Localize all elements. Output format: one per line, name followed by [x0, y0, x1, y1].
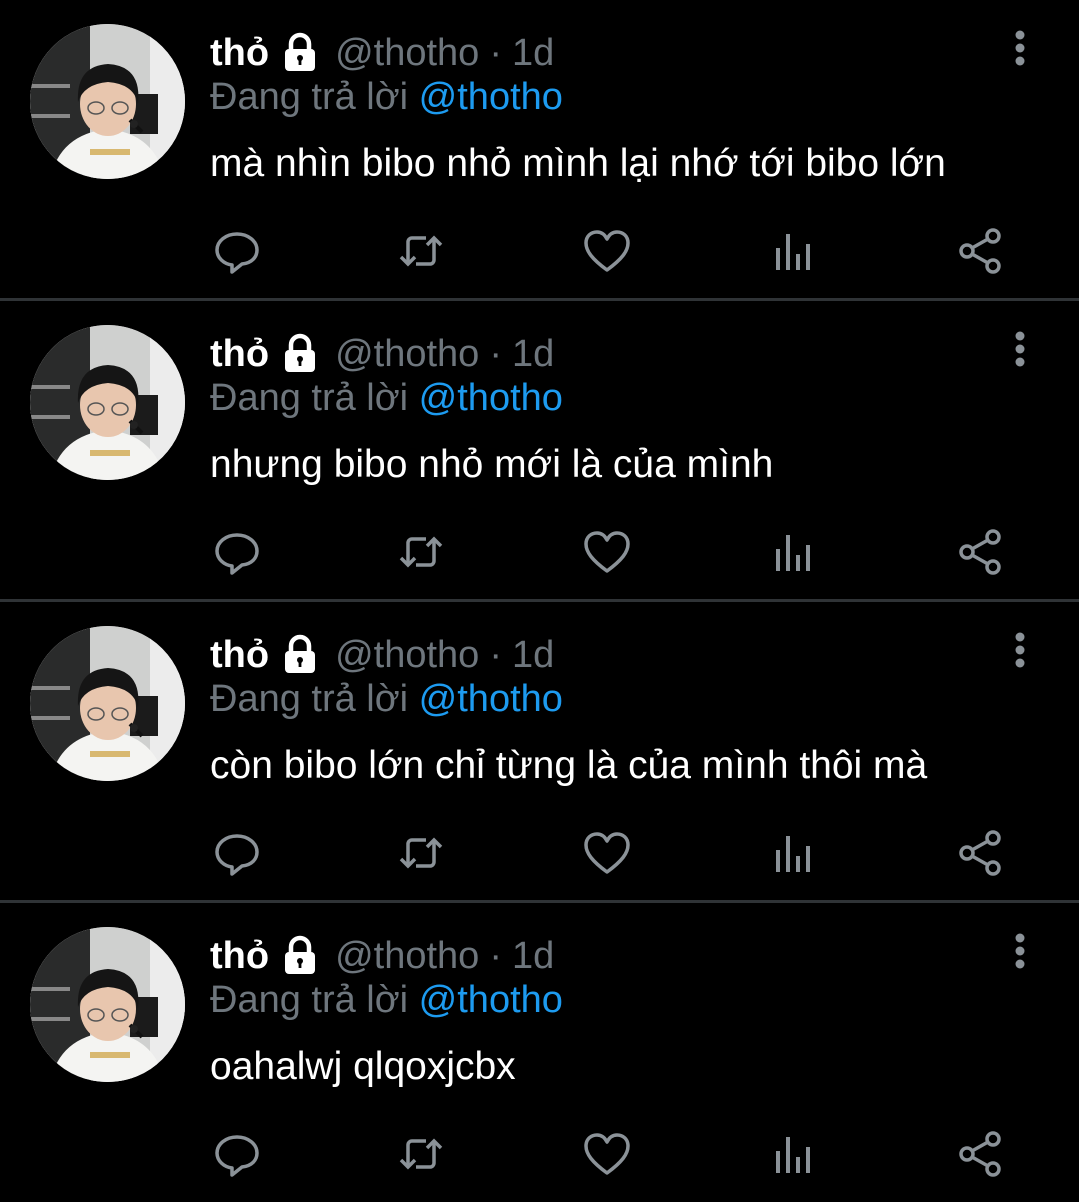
- share-icon[interactable]: [956, 828, 1006, 878]
- heart-icon[interactable]: [582, 527, 632, 577]
- replying-handle-link[interactable]: @thotho: [419, 76, 563, 118]
- lock-icon: [279, 333, 321, 375]
- more-vertical-icon[interactable]: [1005, 630, 1035, 670]
- timeline: thỏ @thotho · 1d Đang trả lời @thotho mà…: [0, 0, 1079, 1198]
- tweet-header: thỏ @thotho · 1d: [210, 630, 554, 680]
- avatar-image: [30, 626, 185, 781]
- replying-prefix: Đang trả lời: [210, 377, 409, 419]
- replying-to: Đang trả lời @thotho: [210, 76, 563, 119]
- analytics-icon[interactable]: [770, 226, 820, 276]
- replying-prefix: Đang trả lời: [210, 979, 409, 1021]
- tweet-header: thỏ @thotho · 1d: [210, 931, 554, 981]
- reply-icon[interactable]: [212, 828, 262, 878]
- timestamp[interactable]: 1d: [512, 333, 554, 376]
- tweet[interactable]: thỏ @thotho · 1d Đang trả lời @thotho cò…: [0, 602, 1079, 903]
- reply-icon[interactable]: [212, 1129, 262, 1179]
- display-name[interactable]: thỏ: [210, 935, 269, 978]
- display-name[interactable]: thỏ: [210, 32, 269, 75]
- more-vertical-icon[interactable]: [1005, 28, 1035, 68]
- handle[interactable]: @thotho: [335, 634, 479, 677]
- tweet-text: mà nhìn bibo nhỏ mình lại nhớ tới bibo l…: [210, 142, 946, 185]
- avatar[interactable]: [30, 927, 185, 1082]
- replying-handle-link[interactable]: @thotho: [419, 377, 563, 419]
- replying-to: Đang trả lời @thotho: [210, 979, 563, 1022]
- handle[interactable]: @thotho: [335, 935, 479, 978]
- tweet-text: oahalwj qlqoxjcbx: [210, 1045, 516, 1088]
- avatar[interactable]: [30, 325, 185, 480]
- reply-icon[interactable]: [212, 527, 262, 577]
- timestamp[interactable]: 1d: [512, 634, 554, 677]
- separator-dot: ·: [489, 633, 502, 676]
- replying-to: Đang trả lời @thotho: [210, 377, 563, 420]
- avatar-image: [30, 24, 185, 179]
- more-vertical-icon[interactable]: [1005, 931, 1035, 971]
- heart-icon[interactable]: [582, 828, 632, 878]
- share-icon[interactable]: [956, 226, 1006, 276]
- tweet[interactable]: thỏ @thotho · 1d Đang trả lời @thotho oa…: [0, 903, 1079, 1198]
- action-bar: [210, 1129, 1010, 1179]
- avatar-image: [30, 927, 185, 1082]
- tweet-header: thỏ @thotho · 1d: [210, 28, 554, 78]
- analytics-icon[interactable]: [770, 1129, 820, 1179]
- separator-dot: ·: [489, 934, 502, 977]
- action-bar: [210, 226, 1010, 276]
- handle[interactable]: @thotho: [335, 333, 479, 376]
- tweet[interactable]: thỏ @thotho · 1d Đang trả lời @thotho nh…: [0, 301, 1079, 602]
- analytics-icon[interactable]: [770, 527, 820, 577]
- separator-dot: ·: [489, 332, 502, 375]
- heart-icon[interactable]: [582, 226, 632, 276]
- replying-handle-link[interactable]: @thotho: [419, 678, 563, 720]
- tweet-header: thỏ @thotho · 1d: [210, 329, 554, 379]
- share-icon[interactable]: [956, 1129, 1006, 1179]
- replying-to: Đang trả lời @thotho: [210, 678, 563, 721]
- tweet[interactable]: thỏ @thotho · 1d Đang trả lời @thotho mà…: [0, 0, 1079, 301]
- avatar-image: [30, 325, 185, 480]
- share-icon[interactable]: [956, 527, 1006, 577]
- tweet-text: nhưng bibo nhỏ mới là của mình: [210, 443, 774, 486]
- retweet-icon[interactable]: [396, 527, 446, 577]
- display-name[interactable]: thỏ: [210, 333, 269, 376]
- handle[interactable]: @thotho: [335, 32, 479, 75]
- replying-handle-link[interactable]: @thotho: [419, 979, 563, 1021]
- replying-prefix: Đang trả lời: [210, 76, 409, 118]
- reply-icon[interactable]: [212, 226, 262, 276]
- heart-icon[interactable]: [582, 1129, 632, 1179]
- retweet-icon[interactable]: [396, 1129, 446, 1179]
- replying-prefix: Đang trả lời: [210, 678, 409, 720]
- action-bar: [210, 527, 1010, 577]
- analytics-icon[interactable]: [770, 828, 820, 878]
- lock-icon: [279, 32, 321, 74]
- retweet-icon[interactable]: [396, 226, 446, 276]
- action-bar: [210, 828, 1010, 878]
- display-name[interactable]: thỏ: [210, 634, 269, 677]
- avatar[interactable]: [30, 24, 185, 179]
- tweet-text: còn bibo lớn chỉ từng là của mình thôi m…: [210, 744, 928, 787]
- timestamp[interactable]: 1d: [512, 32, 554, 75]
- separator-dot: ·: [489, 31, 502, 74]
- avatar[interactable]: [30, 626, 185, 781]
- timestamp[interactable]: 1d: [512, 935, 554, 978]
- lock-icon: [279, 634, 321, 676]
- retweet-icon[interactable]: [396, 828, 446, 878]
- more-vertical-icon[interactable]: [1005, 329, 1035, 369]
- lock-icon: [279, 935, 321, 977]
